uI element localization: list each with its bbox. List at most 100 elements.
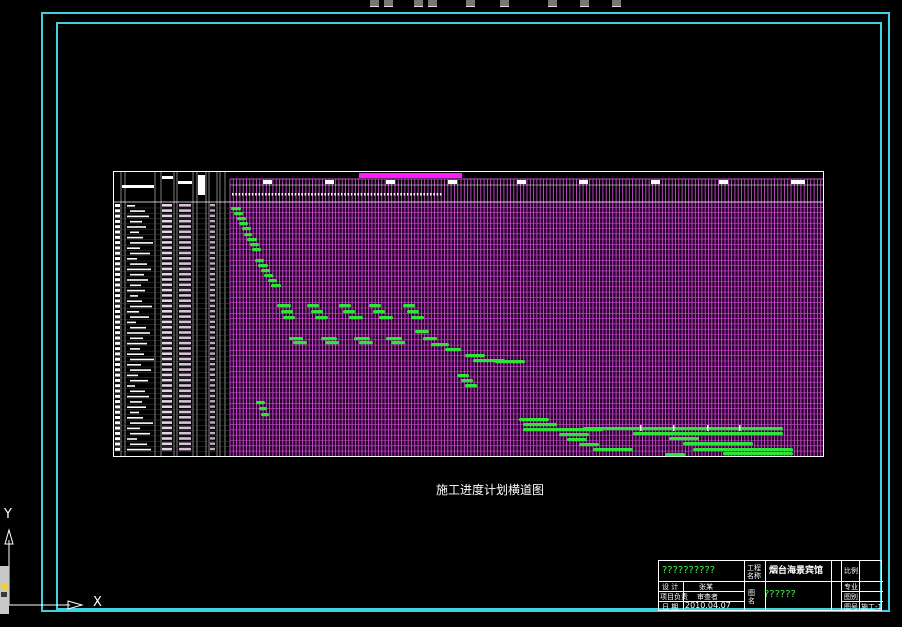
discipline-label: 专业	[844, 583, 858, 591]
task-bar	[461, 379, 473, 383]
month-marker	[719, 180, 728, 184]
scale-label: 比例	[844, 567, 858, 575]
bar-divider	[739, 425, 741, 431]
pan-icon[interactable]	[370, 0, 379, 7]
redo-icon[interactable]	[428, 0, 437, 7]
gantt-chart[interactable]	[113, 171, 825, 458]
task-bar	[391, 341, 405, 345]
month-marker	[263, 180, 272, 184]
project-name: 烟台海景宾馆	[769, 566, 824, 576]
project-label: 工程名称	[747, 564, 761, 580]
task-bar	[231, 207, 241, 211]
checker-value: 审查者	[697, 593, 718, 601]
month-marker	[386, 180, 395, 184]
task-bar	[369, 304, 381, 308]
task-bar	[559, 433, 589, 437]
drawing-name: ??????	[764, 589, 796, 600]
block-icon[interactable]	[580, 0, 589, 7]
task-bar	[411, 316, 424, 320]
task-bar	[407, 310, 419, 314]
task-bar	[519, 418, 549, 422]
task-bar	[321, 337, 337, 341]
task-bar	[683, 442, 753, 446]
title-block: ?????????? 工程名称 烟台海景宾馆 设 计 张某 项目负责 审查者 日…	[658, 560, 883, 611]
task-bar	[261, 413, 269, 417]
task-bar	[465, 384, 477, 388]
date-label: 日 期	[662, 603, 679, 611]
task-bar	[386, 337, 402, 341]
task-bar	[665, 453, 685, 457]
month-marker	[579, 180, 588, 184]
task-bar	[669, 437, 699, 441]
zoom-icon[interactable]	[384, 0, 393, 7]
task-bar	[293, 341, 307, 345]
month-marker	[651, 180, 660, 184]
task-bar	[445, 348, 461, 352]
task-bar	[349, 316, 363, 320]
task-bar	[693, 448, 793, 452]
task-bar	[593, 448, 633, 452]
task-bar	[268, 279, 277, 283]
task-bar	[264, 274, 273, 278]
task-bar	[242, 227, 251, 231]
task-bar	[359, 341, 373, 345]
month-marker	[517, 180, 526, 184]
task-bar	[271, 284, 281, 288]
task-bar	[255, 259, 264, 263]
col-header-name	[122, 185, 154, 188]
task-bar	[633, 432, 783, 436]
designer-label: 设 计	[662, 583, 679, 591]
command-dock-handle[interactable]	[0, 566, 9, 614]
task-bar	[239, 222, 248, 226]
task-bar	[258, 264, 268, 268]
month-marker	[448, 180, 457, 184]
task-bar	[457, 374, 469, 378]
task-bar	[244, 233, 252, 237]
checker-label: 项目负责	[660, 593, 688, 601]
top-toolbar	[0, 0, 902, 8]
ucs-icon: Y X	[0, 500, 102, 619]
date-value: 2010.04.07	[685, 601, 731, 610]
task-bar	[311, 310, 323, 314]
bar-divider	[640, 425, 642, 431]
task-bar	[723, 452, 793, 456]
task-bar	[315, 316, 328, 320]
bar-divider	[707, 425, 709, 431]
task-bar	[415, 330, 429, 334]
task-bar	[567, 438, 587, 442]
task-bar	[283, 316, 295, 320]
properties-icon[interactable]	[466, 0, 475, 7]
task-bar	[465, 354, 485, 358]
task-bar	[237, 217, 246, 221]
task-bar	[261, 269, 270, 273]
task-bar	[250, 243, 259, 247]
month-marker	[325, 180, 334, 184]
bar-divider	[673, 425, 675, 431]
task-bar	[281, 310, 293, 314]
task-bar	[339, 304, 351, 308]
layer-icon[interactable]	[500, 0, 509, 7]
print-icon[interactable]	[612, 0, 621, 7]
task-bar	[343, 310, 355, 314]
number-label: 图号	[844, 603, 858, 611]
task-bar	[256, 401, 265, 405]
undo-icon[interactable]	[414, 0, 423, 7]
task-bar	[277, 304, 291, 308]
task-bar	[495, 360, 525, 364]
category-label: 图别	[844, 593, 858, 601]
task-bar	[403, 304, 415, 308]
designer-value: 张某	[699, 583, 713, 591]
task-bar	[259, 407, 267, 411]
task-bar	[583, 427, 783, 431]
ucs-y-label: Y	[4, 507, 12, 522]
task-bar	[579, 443, 599, 447]
command-line-strip	[0, 620, 902, 627]
month-marker	[791, 180, 805, 184]
ucs-x-label: X	[93, 595, 102, 610]
match-icon[interactable]	[548, 0, 557, 7]
task-bar	[289, 337, 303, 341]
task-bar	[431, 343, 449, 347]
drawing-title: 施工进度计划横道图	[435, 483, 544, 497]
drawing-label: 图名	[748, 589, 755, 605]
sheet-number: 施工-1	[861, 603, 882, 611]
